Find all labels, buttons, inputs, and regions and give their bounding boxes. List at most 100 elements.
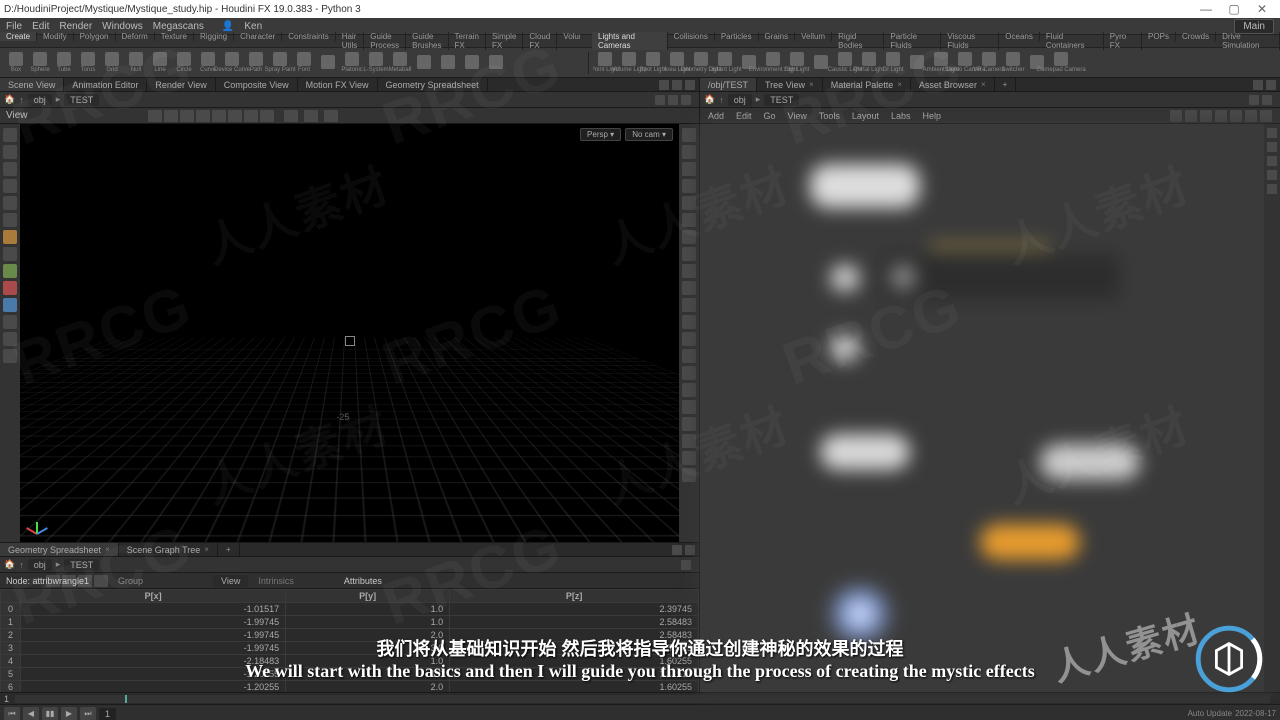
display-opt-icon[interactable] (682, 179, 696, 193)
shelf-tool-button[interactable] (484, 50, 508, 76)
cook-status[interactable]: Auto Update (1188, 709, 1232, 718)
shelf-tab[interactable]: Constraints (282, 32, 335, 41)
network-menu-view[interactable]: View (788, 111, 807, 121)
nav-icon[interactable] (1267, 142, 1277, 152)
display-opt-icon[interactable] (682, 315, 696, 329)
network-node[interactable] (830, 334, 860, 362)
network-menu-labs[interactable]: Labs (891, 111, 911, 121)
tool-icon[interactable] (3, 281, 17, 295)
shelf-tool-button[interactable]: Platonic (340, 50, 364, 76)
shelf-tab[interactable]: Create (0, 32, 37, 41)
menu-render[interactable]: Render (59, 21, 92, 32)
shelf-tool-button[interactable]: VR Camera (977, 50, 1001, 76)
hud-persp[interactable]: Persp ▾ (580, 128, 621, 141)
display-opt-icon[interactable] (682, 383, 696, 397)
close-button[interactable]: ✕ (1248, 2, 1276, 16)
play-forward-button[interactable]: ▶ (61, 707, 77, 720)
display-opt-icon[interactable] (682, 145, 696, 159)
viewport-canvas[interactable]: Persp ▾ No cam ▾ -25 (20, 124, 679, 542)
shelf-tab[interactable]: Lights and Cameras (592, 32, 668, 50)
network-node[interactable] (980, 524, 1080, 560)
shelf-tool-button[interactable] (316, 50, 340, 76)
display-opt-icon[interactable] (682, 247, 696, 261)
network-node[interactable] (820, 584, 900, 644)
shelf-tab[interactable]: Collisions (668, 32, 715, 41)
shelf-tool-button[interactable] (436, 50, 460, 76)
tab-render-view[interactable]: Render View (147, 78, 215, 91)
shelf-tool-button[interactable]: Switcher (1001, 50, 1025, 76)
tab-motionfx-view[interactable]: Motion FX View (298, 78, 378, 91)
shelf-tool-button[interactable]: Spray Paint (268, 50, 292, 76)
tool-icon[interactable] (3, 349, 17, 363)
network-node[interactable] (880, 254, 1120, 300)
tab-tree-view[interactable]: Tree View× (757, 78, 823, 91)
network-menu-edit[interactable]: Edit (736, 111, 752, 121)
network-menu-help[interactable]: Help (922, 111, 941, 121)
vp-btn[interactable] (180, 110, 194, 122)
nav-icon[interactable] (1267, 128, 1277, 138)
nav-icon[interactable] (1267, 184, 1277, 194)
network-menu-add[interactable]: Add (708, 111, 724, 121)
tab-scene-graph-tree[interactable]: Scene Graph Tree× (119, 543, 218, 556)
vp-btn[interactable] (164, 110, 178, 122)
shelf-tab[interactable]: Modify (37, 32, 74, 41)
display-opt-icon[interactable] (682, 417, 696, 431)
gear-icon[interactable] (1262, 95, 1272, 105)
shelf-tool-button[interactable]: Gamepad Camera (1049, 50, 1073, 76)
network-canvas[interactable] (700, 124, 1280, 692)
pane-opt-icon[interactable] (685, 545, 695, 555)
nav-up-icon[interactable]: ↑ (19, 95, 24, 105)
tab-composite-view[interactable]: Composite View (216, 78, 298, 91)
shelf-tab[interactable]: Guide Brushes (406, 32, 448, 50)
menu-megascans[interactable]: Megascans (153, 21, 204, 32)
shelf-tab[interactable]: Terrain FX (449, 32, 486, 50)
close-tab-icon[interactable]: × (204, 545, 209, 554)
shelf-tool-button[interactable]: Font (292, 50, 316, 76)
tool-icon[interactable] (3, 315, 17, 329)
path-current[interactable]: TEST (64, 94, 99, 106)
shelf-tool-button[interactable]: Environment Light (761, 50, 785, 76)
nav-icon[interactable] (1267, 170, 1277, 180)
shelf-tool-button[interactable] (412, 50, 436, 76)
select-tool-icon[interactable] (3, 128, 17, 142)
snap-tool-icon[interactable] (3, 230, 17, 244)
shelf-tab[interactable]: Particles (715, 32, 759, 41)
shelf-tab[interactable]: Volume (557, 32, 580, 41)
play-backward-button[interactable]: ◀ (23, 707, 39, 720)
network-node[interactable] (1040, 444, 1140, 480)
current-frame-field[interactable]: 1 (99, 708, 116, 720)
shelf-tool-button[interactable]: Metaball (388, 50, 412, 76)
tab-material-palette[interactable]: Material Palette× (823, 78, 911, 91)
add-tab-button[interactable]: + (218, 543, 240, 556)
tool-icon[interactable] (3, 264, 17, 278)
network-node[interactable] (830, 264, 860, 292)
pause-button[interactable]: ▮▮ (42, 707, 58, 720)
shelf-tool-button[interactable]: Portal Light (857, 50, 881, 76)
vp-btn[interactable] (196, 110, 210, 122)
net-opt-icon[interactable] (1260, 110, 1272, 122)
last-frame-button[interactable]: ⏭ (80, 707, 96, 720)
shelf-tab[interactable]: POPs (1142, 32, 1176, 41)
timeline[interactable]: 1 (0, 692, 1280, 704)
maximize-pane-icon[interactable] (681, 95, 691, 105)
shelf-tool-button[interactable]: Tube (52, 50, 76, 76)
shelf-tab[interactable]: Oceans (999, 32, 1040, 41)
display-opt-icon[interactable] (682, 332, 696, 346)
tab-asset-browser[interactable]: Asset Browser× (911, 78, 995, 91)
tool-icon[interactable] (3, 332, 17, 346)
hud-camera[interactable]: No cam ▾ (625, 128, 673, 141)
shelf-tool-button[interactable]: Sky Light (785, 50, 809, 76)
rotate-tool-icon[interactable] (3, 196, 17, 210)
shelf-tool-button[interactable]: Torus (76, 50, 100, 76)
shelf-tool-button[interactable]: Spot Light (641, 50, 665, 76)
display-opt-icon[interactable] (682, 213, 696, 227)
vp-btn[interactable] (324, 110, 338, 122)
network-menu-tools[interactable]: Tools (819, 111, 840, 121)
nav-back-icon[interactable]: 🏠 (4, 94, 15, 105)
shelf-tool-button[interactable]: GI Light (881, 50, 905, 76)
shelf-tool-button[interactable]: Null (124, 50, 148, 76)
shelf-tab[interactable]: Crowds (1176, 32, 1216, 41)
shelf-tab[interactable]: Simple FX (486, 32, 523, 50)
network-node[interactable] (810, 164, 920, 208)
display-opt-icon[interactable] (682, 281, 696, 295)
